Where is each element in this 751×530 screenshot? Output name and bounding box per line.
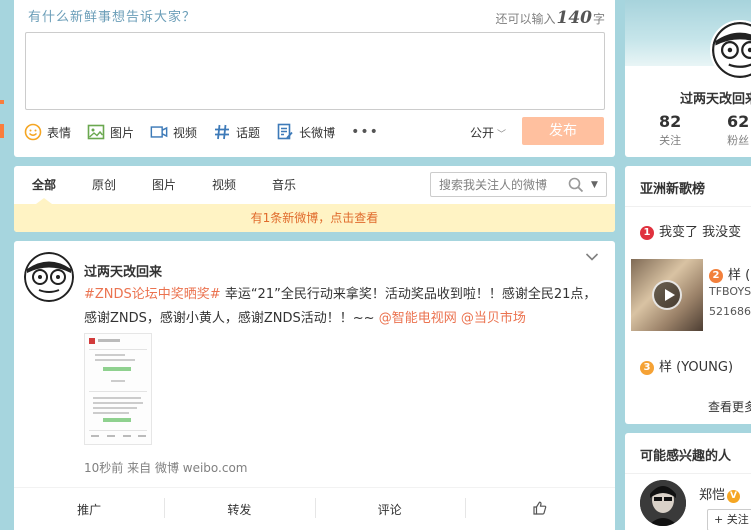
- tab-original[interactable]: 原创: [74, 166, 134, 204]
- rank-badge: 3: [640, 361, 654, 375]
- tab-videos[interactable]: 视频: [194, 166, 254, 204]
- recommend-card: 可能感兴趣的人 郑恺 V + 关注: [625, 433, 751, 530]
- video-label: 视频: [173, 125, 198, 140]
- publisher-box: 有什么新鲜事想告诉大家？ 还可以输入140字 表情 图片 视频 话题 长微博 •…: [14, 0, 615, 157]
- feed-tabs: 全部 原创 图片 视频 音乐: [14, 166, 314, 204]
- more-tools-button[interactable]: •••: [351, 124, 379, 140]
- post-textarea[interactable]: [25, 32, 605, 110]
- recommended-user-name-text: 郑恺: [699, 488, 726, 503]
- chart-more-link[interactable]: 查看更多: [708, 398, 751, 415]
- comment-label: 评论: [377, 502, 402, 517]
- post-author-name[interactable]: 过两天改回来: [84, 261, 162, 280]
- following-stat[interactable]: 82 关注: [659, 112, 681, 148]
- repost-label: 转发: [227, 502, 252, 517]
- hashtag-icon: [213, 123, 231, 141]
- promote-label: 推广: [77, 502, 102, 517]
- publisher-toolbar: 表情 图片 视频 话题 长微博 •••: [24, 120, 379, 144]
- chart-item-artist[interactable]: TFBOYS: [709, 285, 751, 298]
- long-post-label: 长微博: [299, 125, 336, 140]
- recommended-user-name[interactable]: 郑恺 V: [699, 484, 741, 503]
- tab-all[interactable]: 全部: [14, 166, 74, 204]
- mention-link[interactable]: @当贝市场: [461, 311, 526, 326]
- chart-item-title: 我变了 我没变: [659, 225, 742, 240]
- post-topic-link[interactable]: #ZNDS论坛中奖晒奖#: [84, 287, 221, 302]
- post-source-link[interactable]: 微博 weibo.com: [155, 461, 248, 475]
- music-chart-card: 亚洲新歌榜 1 我变了 我没变 2 样 ( TFBOYS 5216865 3 样 (Y…: [625, 166, 751, 424]
- post-options-chevron-icon[interactable]: [585, 251, 599, 265]
- image-icon: [87, 123, 105, 141]
- feed-filter-bar: 全部 原创 图片 视频 音乐 ▼ 有1条新微博，点击查看: [14, 166, 615, 232]
- divider: [625, 473, 751, 474]
- image-label: 图片: [110, 125, 135, 140]
- long-post-button[interactable]: 长微博: [276, 123, 335, 141]
- visibility-label: 公开: [470, 126, 495, 140]
- smiley-icon: [24, 123, 42, 141]
- like-button[interactable]: [464, 488, 615, 530]
- chart-item-title: 样 (YOUNG): [659, 360, 734, 375]
- image-button[interactable]: 图片: [87, 123, 134, 141]
- chart-item-1[interactable]: 1 我变了 我没变: [640, 221, 741, 240]
- emoji-label: 表情: [47, 125, 72, 140]
- album-cover[interactable]: [631, 259, 703, 331]
- play-icon[interactable]: [652, 280, 682, 310]
- post-meta: 10秒前 来自 微博 weibo.com: [84, 459, 248, 476]
- mention-link[interactable]: @智能电视网: [379, 311, 457, 326]
- chart-item-3[interactable]: 3 样 (YOUNG): [640, 356, 733, 375]
- video-icon: [150, 123, 168, 141]
- video-button[interactable]: 视频: [150, 123, 197, 141]
- chart-item-2[interactable]: 2 样 (: [709, 264, 750, 283]
- publisher-prompt: 有什么新鲜事想告诉大家？: [28, 10, 197, 25]
- publish-button[interactable]: 发布: [522, 117, 604, 145]
- followers-stat[interactable]: 62 粉丝: [727, 112, 749, 148]
- new-posts-notice[interactable]: 有1条新微博，点击查看: [14, 204, 615, 232]
- music-chart-title[interactable]: 亚洲新歌榜: [640, 178, 705, 197]
- char-counter-number: 140: [556, 8, 592, 28]
- following-search-input[interactable]: [439, 177, 559, 193]
- post-image-thumbnail[interactable]: [84, 333, 152, 445]
- post-source-prefix: 来自: [127, 461, 152, 475]
- topic-button[interactable]: 话题: [213, 123, 260, 141]
- followers-label: 粉丝: [727, 134, 750, 147]
- post-content: #ZNDS论坛中奖晒奖# 幸运“21”全民行动来拿奖！活动奖品收到啦！！感谢全民…: [84, 283, 599, 331]
- following-search-box: ▼: [430, 172, 607, 197]
- profile-name[interactable]: 过两天改回来: [680, 88, 751, 107]
- comment-button[interactable]: 评论: [314, 488, 465, 530]
- post-timestamp[interactable]: 10秒前: [84, 461, 123, 475]
- chart-item-title: 样 (: [728, 268, 751, 283]
- tab-images[interactable]: 图片: [134, 166, 194, 204]
- rank-badge: 1: [640, 226, 654, 240]
- char-counter-prefix: 还可以输入: [495, 12, 556, 26]
- divider: [625, 206, 751, 207]
- long-post-icon: [276, 123, 294, 141]
- emoji-button[interactable]: 表情: [24, 123, 71, 141]
- following-label: 关注: [659, 134, 682, 147]
- topic-label: 话题: [236, 125, 261, 140]
- chevron-down-icon: ﹀: [497, 130, 507, 140]
- left-nav-marker: [0, 100, 4, 104]
- recommend-title: 可能感兴趣的人: [640, 449, 732, 464]
- search-icon[interactable]: [568, 177, 584, 193]
- left-nav-marker-active: [0, 124, 4, 138]
- recommended-user-avatar[interactable]: [640, 480, 686, 526]
- thumbs-up-icon: [533, 501, 547, 518]
- visibility-dropdown[interactable]: 公开 ﹀: [470, 124, 506, 141]
- promote-button[interactable]: 推广: [14, 488, 164, 530]
- follow-button[interactable]: + 关注: [707, 509, 751, 530]
- post-action-bar: 推广 转发 评论: [14, 487, 615, 530]
- char-counter-suffix: 字: [592, 12, 605, 26]
- tab-music[interactable]: 音乐: [254, 166, 314, 204]
- followers-count: 62: [727, 112, 750, 131]
- verified-badge-icon: V: [727, 490, 741, 503]
- char-counter: 还可以输入140字: [495, 8, 605, 28]
- repost-button[interactable]: 转发: [164, 488, 314, 530]
- rank-badge: 2: [709, 269, 723, 283]
- search-scope-dropdown-icon[interactable]: ▼: [591, 175, 598, 195]
- feed-post: 过两天改回来 #ZNDS论坛中奖晒奖# 幸运“21”全民行动来拿奖！活动奖品收到…: [14, 241, 615, 530]
- post-author-avatar[interactable]: [24, 252, 74, 302]
- chart-item-play-count: 5216865: [709, 305, 751, 318]
- following-count: 82: [659, 112, 682, 131]
- profile-card: 过两天改回来 82 关注 62 粉丝: [625, 0, 751, 157]
